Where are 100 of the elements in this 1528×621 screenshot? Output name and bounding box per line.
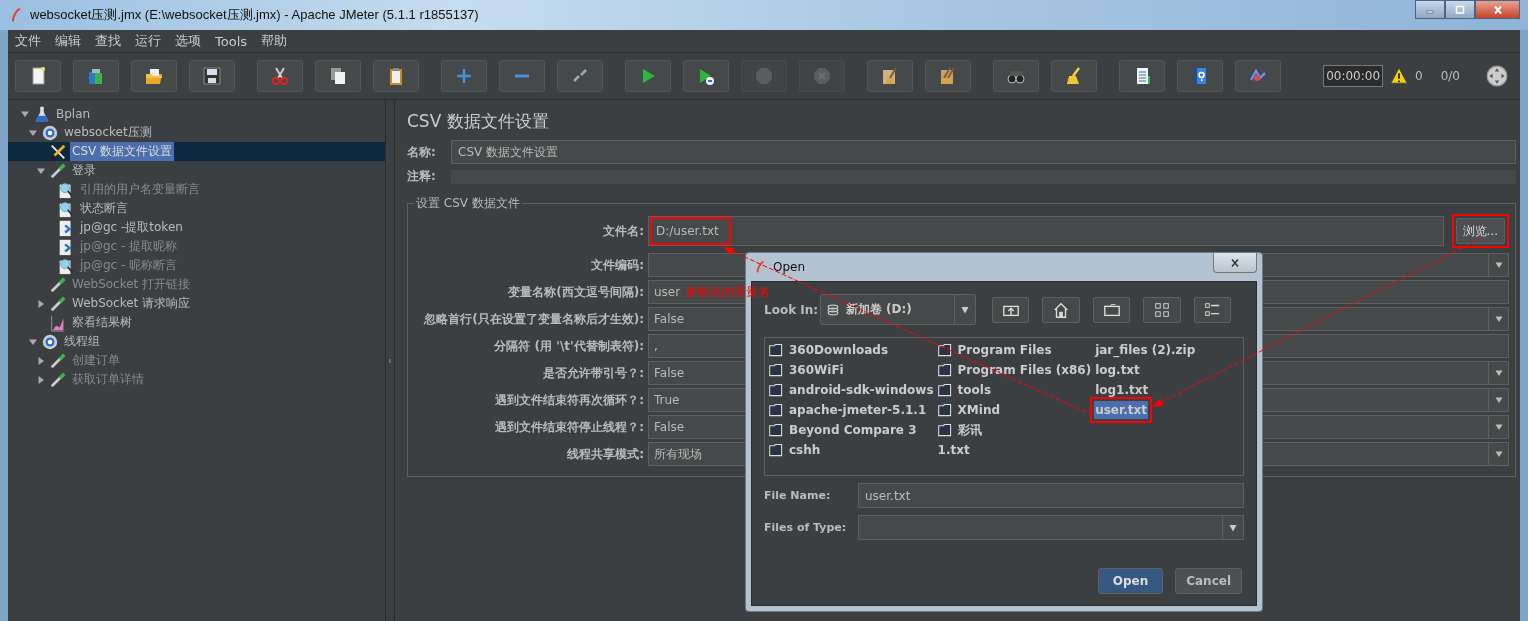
broom-icon bbox=[880, 66, 900, 86]
flask-icon bbox=[33, 104, 51, 123]
file-name-field[interactable]: user.txt bbox=[858, 483, 1244, 508]
menu-item[interactable]: 运行 bbox=[134, 32, 161, 50]
file-item[interactable]: 360Downloads bbox=[788, 341, 890, 359]
tree-item[interactable]: jp@gc -提取token bbox=[78, 218, 185, 237]
tree-item[interactable]: 线程组 bbox=[62, 332, 102, 351]
magnifier-icon bbox=[57, 180, 75, 199]
tree-item[interactable]: 登录 bbox=[70, 161, 98, 180]
list-icon bbox=[1203, 300, 1222, 319]
tree-item[interactable]: 察看结果树 bbox=[70, 313, 134, 332]
field-label: Look In: bbox=[764, 302, 820, 317]
field-label: 忽略首行(只在设置了变量名称后才生效): bbox=[422, 310, 645, 328]
field-label: 注释: bbox=[407, 168, 437, 185]
file-item[interactable]: Beyond Compare 3 bbox=[788, 421, 918, 439]
browse-button[interactable]: 浏览... bbox=[1455, 218, 1505, 244]
toolbar-button[interactable] bbox=[1143, 296, 1181, 323]
minimize-button[interactable] bbox=[1415, 0, 1445, 19]
grid-icon bbox=[1152, 300, 1171, 319]
toolbar-button[interactable] bbox=[315, 60, 361, 92]
folder-icon bbox=[768, 403, 784, 417]
group-title: 设置 CSV 数据文件 bbox=[414, 195, 522, 212]
feather-icon bbox=[755, 259, 767, 275]
file-item[interactable]: XMind bbox=[956, 401, 1002, 419]
menu-item[interactable]: 帮助 bbox=[260, 32, 288, 50]
menu-item[interactable]: 编辑 bbox=[54, 32, 81, 50]
pipette-icon bbox=[49, 275, 67, 294]
folder-icon bbox=[768, 363, 784, 377]
file-item[interactable]: 1.txt bbox=[936, 441, 971, 459]
broom-icon bbox=[938, 66, 958, 86]
close-button[interactable] bbox=[1213, 253, 1257, 273]
stop-icon bbox=[812, 66, 832, 86]
scissors-icon bbox=[270, 66, 290, 86]
file-item[interactable]: jar_files (2).zip bbox=[1094, 341, 1197, 359]
field-label: 名称: bbox=[407, 143, 437, 161]
pipette-icon bbox=[49, 161, 67, 180]
folder-icon bbox=[936, 343, 953, 357]
tree-item[interactable]: WebSocket 请求响应 bbox=[70, 294, 193, 313]
splitter-handle[interactable] bbox=[386, 100, 395, 621]
field-label: 文件名: bbox=[602, 222, 645, 240]
field-label: 变量名称(西文逗号间隔): bbox=[507, 283, 645, 301]
close-button[interactable] bbox=[1475, 0, 1520, 19]
toolbar-button[interactable] bbox=[867, 60, 913, 92]
chart-icon bbox=[49, 313, 67, 332]
file-item[interactable]: cshh bbox=[788, 441, 822, 459]
file-item[interactable]: log.txt bbox=[1094, 361, 1141, 379]
toolbar-button[interactable] bbox=[1042, 296, 1080, 323]
plus-icon bbox=[457, 69, 471, 83]
open-button[interactable]: Open bbox=[1097, 568, 1164, 594]
cancel-button[interactable]: Cancel bbox=[1175, 568, 1242, 594]
menu-item[interactable]: 查找 bbox=[94, 32, 121, 50]
magnifier-icon bbox=[57, 199, 75, 218]
tree-item[interactable]: 状态断言 bbox=[78, 199, 130, 218]
folder-icon bbox=[936, 423, 953, 437]
menu-item[interactable]: 文件 bbox=[14, 32, 41, 50]
tree-item[interactable]: CSV 数据文件设置 bbox=[70, 142, 175, 161]
toolbar-button[interactable] bbox=[373, 60, 419, 92]
toolbar-button[interactable] bbox=[925, 60, 971, 92]
maximize-button[interactable] bbox=[1445, 0, 1475, 19]
input-field[interactable]: D:/user.txt bbox=[648, 216, 1444, 246]
toolbar-button[interactable] bbox=[993, 60, 1039, 92]
caret-down-icon bbox=[1493, 449, 1504, 459]
file-item[interactable]: Program Files bbox=[956, 341, 1053, 359]
caret-down-icon bbox=[1493, 260, 1504, 270]
drive-icon bbox=[825, 303, 840, 316]
menu-item[interactable]: 选项 bbox=[174, 32, 201, 50]
field-label: 遇到文件结束符再次循环？: bbox=[494, 391, 645, 409]
toolbar-button[interactable] bbox=[1051, 60, 1097, 92]
file-item[interactable]: 360WiFi bbox=[788, 361, 845, 379]
collapsed-arrow-icon[interactable] bbox=[36, 298, 46, 309]
field-label: 是否允许带引号？: bbox=[542, 364, 645, 382]
stop-icon bbox=[754, 66, 774, 86]
toolbar-button[interactable] bbox=[1092, 296, 1131, 323]
toolbar-button[interactable] bbox=[683, 60, 729, 92]
toolbar-button[interactable] bbox=[73, 60, 119, 92]
name-field[interactable]: CSV 数据文件设置 bbox=[451, 140, 1516, 164]
toolbar-button[interactable] bbox=[1193, 296, 1231, 323]
file-item[interactable]: android-sdk-windows bbox=[788, 381, 935, 399]
toolbar-button[interactable] bbox=[1119, 60, 1165, 92]
folder-icon bbox=[768, 383, 784, 397]
annotated-value: D:/user.txt bbox=[650, 217, 731, 245]
folder-icon bbox=[936, 363, 953, 377]
toolbar-button[interactable] bbox=[189, 60, 235, 92]
minus-icon bbox=[515, 74, 529, 78]
gear-icon bbox=[41, 123, 59, 142]
toolbar-button[interactable] bbox=[992, 296, 1030, 323]
tree-item[interactable]: Bplan bbox=[54, 105, 93, 122]
file-item[interactable]: 彩讯 bbox=[956, 419, 983, 441]
field-label: Files of Type: bbox=[764, 521, 848, 534]
menu-item[interactable]: Tools bbox=[214, 33, 248, 49]
copy-icon bbox=[328, 66, 348, 86]
toolbar-button[interactable] bbox=[131, 60, 177, 92]
tree-item[interactable]: websocket压测 bbox=[62, 123, 154, 142]
toolbar-button[interactable] bbox=[1177, 60, 1223, 92]
toolbar-button[interactable] bbox=[15, 60, 61, 92]
file-item[interactable]: log1.txt bbox=[1094, 381, 1150, 399]
tools-icon bbox=[49, 142, 67, 161]
file-item[interactable]: apache-jmeter-5.1.1 bbox=[788, 401, 928, 419]
window-title: websocket压测.jmx (E:\websocket压测.jmx) - Apache JMeter (5.1.1 r1855137) bbox=[30, 6, 479, 24]
file-item[interactable]: tools bbox=[956, 381, 993, 399]
